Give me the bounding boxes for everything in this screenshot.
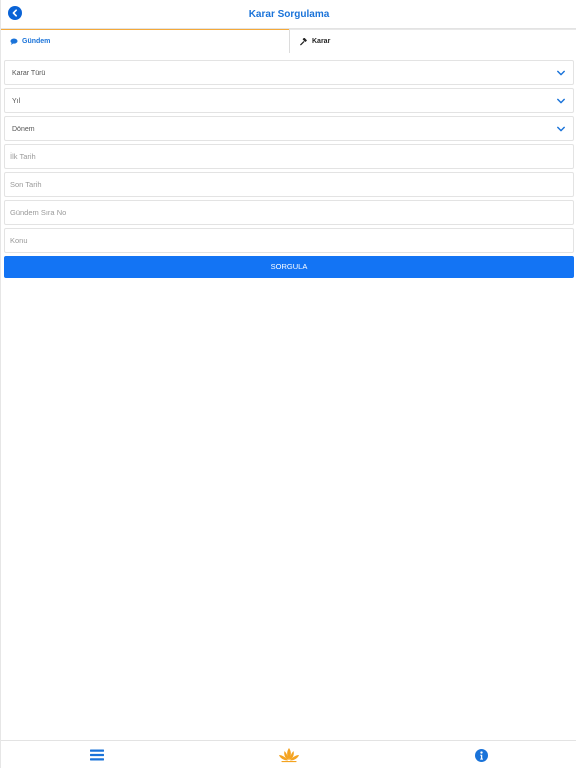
karar-turu-select[interactable]: Karar Türü <box>4 60 574 85</box>
header-bar: Karar Sorgulama <box>1 0 576 29</box>
tab-gundem-label: Gündem <box>22 38 51 45</box>
donem-select[interactable]: Dönem <box>4 116 574 141</box>
karar-turu-label: Karar Türü <box>12 70 46 77</box>
tab-karar-label: Karar <box>312 38 331 45</box>
tab-karar[interactable]: Karar <box>289 29 576 53</box>
gundem-sira-no-input[interactable] <box>5 201 573 224</box>
speech-bubble-icon <box>10 38 18 45</box>
chevron-down-icon <box>557 126 565 132</box>
info-button[interactable] <box>469 741 493 768</box>
menu-button[interactable] <box>85 741 109 768</box>
home-logo-button[interactable] <box>276 741 302 768</box>
search-form: Karar Türü Yıl Dönem İlk Tarih Son Tarih… <box>4 60 574 278</box>
son-tarih-field <box>4 172 574 197</box>
gundem-sira-no-field <box>4 200 574 225</box>
gavel-icon <box>300 37 307 45</box>
konu-input[interactable] <box>5 229 573 252</box>
tab-gundem[interactable]: Gündem <box>1 29 289 53</box>
sorgula-button[interactable]: SORGULA <box>4 256 574 278</box>
yil-label: Yıl <box>12 98 21 105</box>
konu-field <box>4 228 574 253</box>
lotus-logo-icon <box>279 748 299 763</box>
bottom-nav-bar <box>1 740 576 768</box>
yil-select[interactable]: Yıl <box>4 88 574 113</box>
info-circle-icon <box>474 748 488 762</box>
chevron-down-icon <box>557 98 565 104</box>
app-root: Karar Sorgulama Gündem Karar Karar Türü <box>0 0 576 768</box>
hamburger-menu-icon <box>90 749 104 761</box>
tab-bar: Gündem Karar <box>1 29 576 53</box>
donem-label: Dönem <box>12 126 35 133</box>
ilk-tarih-input[interactable] <box>5 145 573 168</box>
page-title: Karar Sorgulama <box>248 9 330 20</box>
ilk-tarih-field <box>4 144 574 169</box>
chevron-down-icon <box>557 70 565 76</box>
son-tarih-input[interactable] <box>5 173 573 196</box>
